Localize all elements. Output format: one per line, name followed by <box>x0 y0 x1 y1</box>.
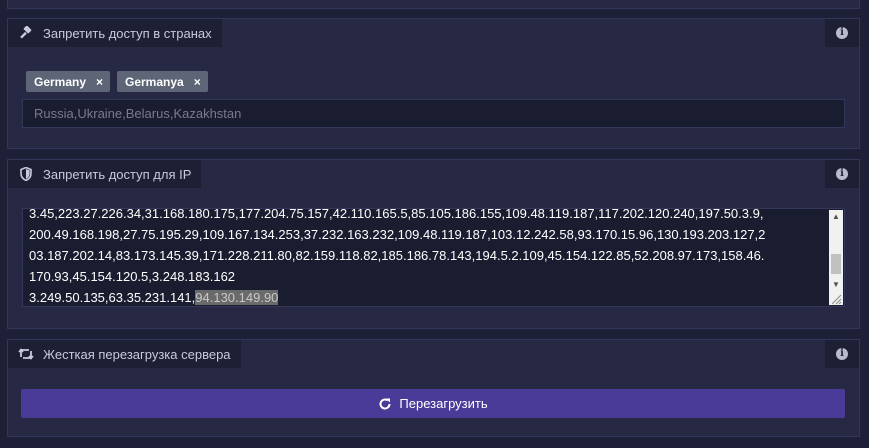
retweet-icon <box>18 346 34 362</box>
info-button[interactable]: i <box>825 160 859 188</box>
ip-panel-header: Запретить доступ для IP <box>8 160 202 188</box>
ip-panel-title: Запретить доступ для IP <box>43 166 192 182</box>
scroll-down-icon[interactable]: ▼ <box>829 278 843 292</box>
panel-top-fragment <box>7 0 860 9</box>
ip-text-line: 03.187.202.14,83.173.145.39,171.228.211.… <box>29 248 765 263</box>
reboot-panel-title: Жесткая перезагрузка сервера <box>43 346 231 362</box>
ip-text-last-line: 3.249.50.135,63.35.231.141,94.130.149.90 <box>29 287 825 306</box>
tag-remove-icon[interactable]: × <box>194 75 201 89</box>
refresh-icon <box>378 397 392 411</box>
country-tag: Germanya × <box>117 71 208 92</box>
reboot-button[interactable]: Перезагрузить <box>21 389 845 418</box>
resize-handle-icon[interactable] <box>829 292 843 305</box>
scrollbar-thumb[interactable] <box>831 254 841 274</box>
info-icon: i <box>836 168 848 180</box>
shield-icon <box>18 166 34 182</box>
gavel-icon <box>18 25 34 41</box>
ip-text-line: 200.49.168.198,27.75.195.29,109.167.134.… <box>29 227 766 242</box>
countries-input[interactable]: Russia,Ukraine,Belarus,Kazakhstan <box>22 99 845 128</box>
info-button[interactable]: i <box>825 340 859 368</box>
ip-textarea-content: 3.45,223.27.226.34,31.168.180.175,177.20… <box>29 208 825 306</box>
info-button[interactable]: i <box>825 19 859 47</box>
ip-text-line: 170.93,45.154.120.5,3.248.183.162 <box>29 269 236 284</box>
ip-textarea[interactable]: 3.45,223.27.226.34,31.168.180.175,177.20… <box>22 208 845 307</box>
reboot-button-label: Перезагрузить <box>399 396 488 411</box>
countries-input-placeholder: Russia,Ukraine,Belarus,Kazakhstan <box>34 106 242 121</box>
ip-text-plain: 3.249.50.135,63.35.231.141, <box>29 290 196 305</box>
country-tag: Germany × <box>26 71 111 92</box>
ip-text-selection: 94.130.149.90 <box>195 290 279 305</box>
info-icon: i <box>836 27 848 39</box>
reboot-panel: Жесткая перезагрузка сервера i <box>7 339 860 437</box>
countries-panel-header: Запретить доступ в странах <box>8 19 222 47</box>
country-tag-label: Germany <box>34 74 87 89</box>
tag-remove-icon[interactable]: × <box>96 75 103 89</box>
countries-panel-title: Запретить доступ в странах <box>43 25 212 41</box>
info-icon: i <box>836 348 848 360</box>
country-tag-label: Germanya <box>125 74 184 89</box>
textarea-scrollbar[interactable]: ▲ ▼ <box>829 210 843 293</box>
ip-text-line: 3.45,223.27.226.34,31.168.180.175,177.20… <box>29 208 764 221</box>
reboot-panel-header: Жесткая перезагрузка сервера <box>8 340 241 368</box>
scroll-up-icon[interactable]: ▲ <box>829 210 843 224</box>
